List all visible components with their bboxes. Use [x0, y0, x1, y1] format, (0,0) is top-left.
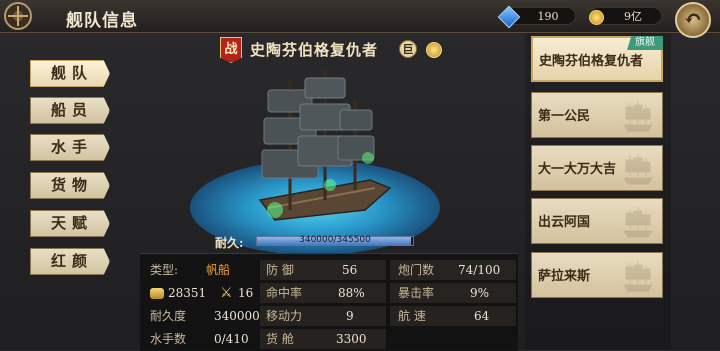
move-value: 9	[346, 309, 354, 323]
coin-icon	[589, 10, 604, 25]
nav-tab-fleet[interactable]: 舰队	[30, 60, 110, 87]
cargo-value: 3300	[336, 332, 367, 346]
speed-label: 航 速	[398, 309, 426, 323]
stats-panel: 类型: 帆船 28351 ⚔ 16 耐久度 340000 水手数 0/410 防…	[140, 253, 518, 351]
ship-illustration	[258, 70, 392, 221]
crit-value: 9%	[470, 286, 490, 300]
durability-stat-label: 耐久度	[150, 309, 187, 323]
nav-tab-label: 红颜	[51, 252, 94, 270]
nav-tab-crew[interactable]: 船员	[30, 97, 110, 124]
fleet-ship-name: 出云阿国	[538, 215, 591, 230]
type-label: 类型:	[150, 263, 179, 277]
fleet-ship-card[interactable]: 大一大万大吉	[531, 145, 663, 191]
nav-tab-label: 舰队	[51, 64, 94, 82]
gold-count: 9亿	[624, 10, 642, 23]
nav-tab-label: 天赋	[51, 214, 94, 232]
guns-value: 74/100	[458, 263, 501, 277]
cannon-icon	[150, 288, 164, 299]
nav-tab-label: 货物	[51, 176, 94, 194]
ship-silhouette-icon	[623, 154, 653, 185]
guns-label: 炮门数	[398, 263, 435, 277]
crossed-swords-icon: ⚔	[220, 285, 233, 301]
durability-stat-value: 340000	[214, 309, 260, 323]
sailors-value: 0/410	[214, 332, 249, 346]
fleet-ship-name: 史陶芬伯格复仇者	[539, 54, 644, 69]
fleet-ship-card[interactable]: 出云阿国	[531, 198, 663, 244]
durability-bar: 340000/345500	[256, 235, 414, 246]
flagship-tag: 旗舰	[627, 36, 663, 50]
cargo-label: 货 舱	[266, 332, 294, 346]
ship-name: 史陶芬伯格复仇者	[250, 41, 379, 59]
nav-tab-label: 水手	[51, 138, 94, 156]
gold-counter[interactable]: 9亿	[589, 7, 662, 25]
nav-tab-talent[interactable]: 天赋	[30, 210, 110, 237]
speed-value: 64	[474, 309, 490, 323]
cannon-value: 28351	[168, 286, 207, 300]
defense-label: 防 御	[266, 263, 294, 277]
ship-silhouette-icon	[623, 101, 653, 132]
nav-tab-sailors[interactable]: 水手	[30, 134, 110, 161]
ship-silhouette-icon	[623, 207, 653, 238]
ship-silhouette-icon	[623, 261, 653, 292]
hit-label: 命中率	[266, 286, 303, 300]
defense-value: 56	[342, 263, 358, 277]
fleet-ship-name: 萨拉来斯	[538, 269, 591, 284]
hit-value: 88%	[338, 286, 365, 300]
fleet-ship-name: 第一公民	[538, 109, 591, 124]
ship-wheel-icon[interactable]	[4, 2, 32, 30]
crit-label: 暴击率	[398, 286, 435, 300]
sailors-label: 水手数	[150, 332, 187, 346]
back-button[interactable]: ↶	[675, 2, 711, 38]
back-arrow-icon: ↶	[683, 6, 703, 32]
fleet-ship-name: 大一大万大吉	[538, 162, 617, 177]
durability-label: 耐久:	[215, 236, 244, 250]
ship-size-badge: 巨	[399, 40, 417, 58]
fleet-ship-card[interactable]: 史陶芬伯格复仇者 旗舰	[531, 36, 663, 82]
move-label: 移动力	[266, 309, 303, 323]
nav-tab-cargo[interactable]: 货物	[30, 172, 110, 199]
gem-count: 190	[537, 10, 559, 23]
page-title: 舰队信息	[66, 11, 138, 31]
fleet-ship-card[interactable]: 第一公民	[531, 92, 663, 138]
ship-model-stage[interactable]	[190, 60, 440, 255]
gem-counter[interactable]: 190	[497, 5, 576, 29]
type-value: 帆船	[206, 263, 231, 277]
durability-value: 340000/345500	[299, 235, 371, 245]
gem-icon	[497, 5, 521, 29]
crew-value: 16	[238, 286, 254, 300]
nav-tab-beauty[interactable]: 红颜	[30, 248, 110, 275]
fleet-ship-card[interactable]: 萨拉来斯	[531, 252, 663, 298]
top-bar: 舰队信息 190 9亿	[0, 0, 720, 33]
swap-icon[interactable]	[426, 42, 442, 58]
nav-tab-label: 船员	[51, 101, 94, 119]
